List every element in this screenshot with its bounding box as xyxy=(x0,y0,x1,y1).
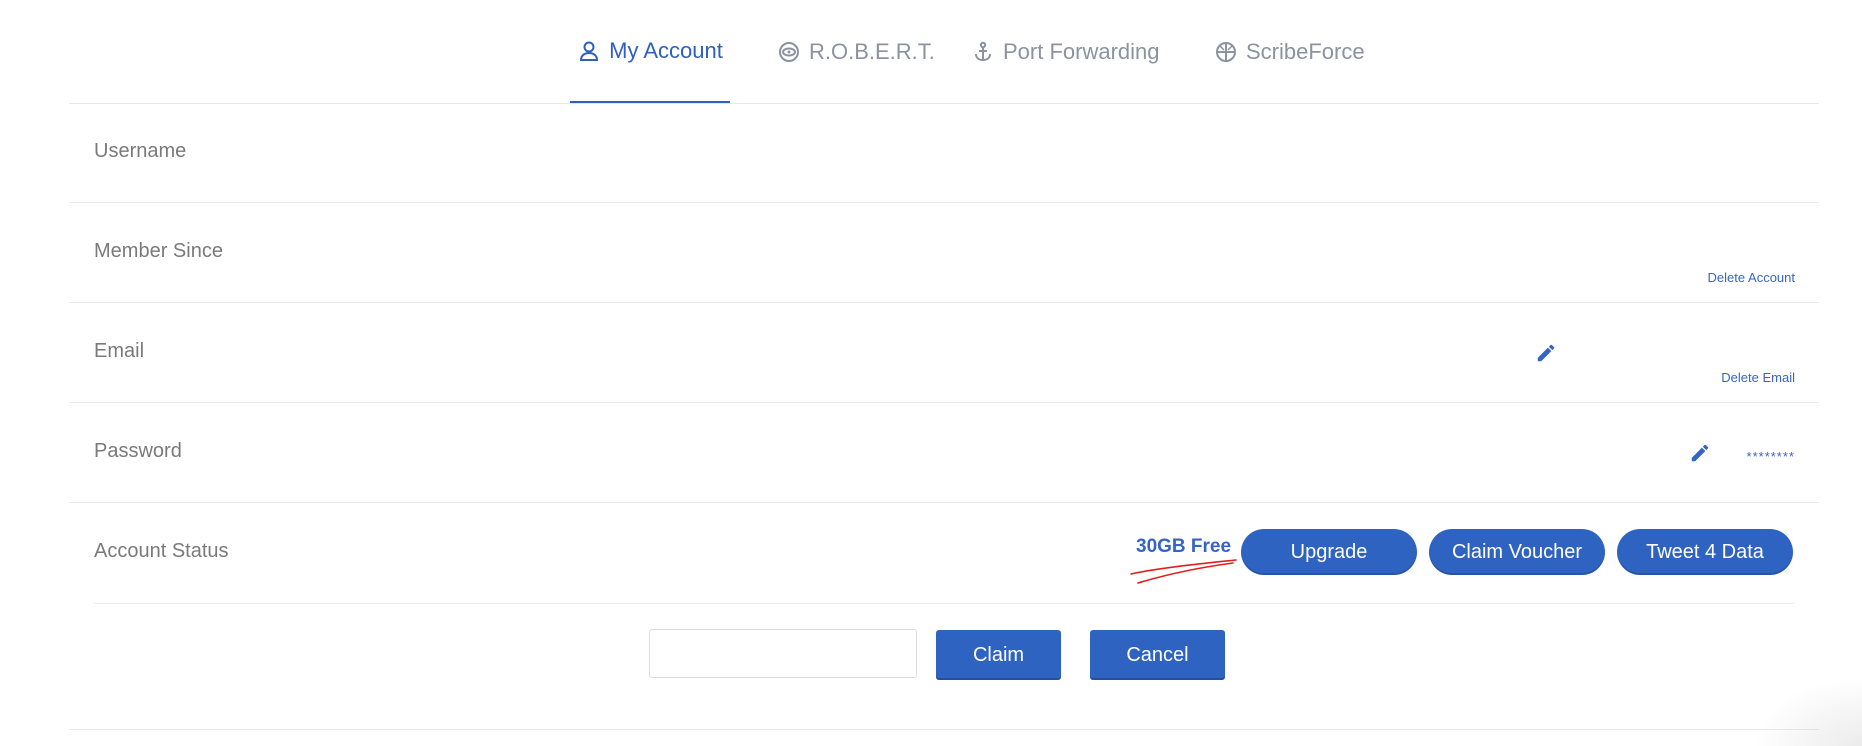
username-row: Username xyxy=(69,104,1819,203)
tab-port-forwarding[interactable]: Port Forwarding xyxy=(971,0,1160,103)
password-row: Password ******** xyxy=(69,404,1819,503)
password-masked-value: ******** xyxy=(1746,449,1795,464)
tab-scribeforce[interactable]: ScribeForce xyxy=(1214,0,1365,103)
member-since-label: Member Since xyxy=(94,240,223,262)
tab-label: R.O.B.E.R.T. xyxy=(809,38,935,64)
robot-icon xyxy=(777,40,801,64)
member-since-row: Member Since Delete Account xyxy=(69,204,1819,303)
anchor-icon xyxy=(971,40,995,64)
divider xyxy=(94,603,1794,604)
upgrade-button[interactable]: Upgrade xyxy=(1241,529,1417,575)
delete-account-link[interactable]: Delete Account xyxy=(1708,270,1795,285)
username-label: Username xyxy=(94,140,187,162)
edit-password-pencil-icon[interactable] xyxy=(1689,442,1711,464)
tab-label: Port Forwarding xyxy=(1003,38,1160,64)
password-label: Password xyxy=(94,440,182,462)
corner-shadow xyxy=(1752,676,1862,746)
divider xyxy=(69,729,1819,730)
cancel-button[interactable]: Cancel xyxy=(1090,630,1225,680)
tab-label: My Account xyxy=(609,37,723,63)
account-status-label: Account Status xyxy=(94,540,229,562)
globe-icon xyxy=(1214,40,1238,64)
annotation-underline xyxy=(1130,559,1237,584)
user-icon xyxy=(577,39,601,63)
tab-my-account[interactable]: My Account xyxy=(570,0,730,103)
plan-status-text: 30GB Free xyxy=(1136,536,1232,557)
tab-robert[interactable]: R.O.B.E.R.T. xyxy=(777,0,935,103)
edit-email-pencil-icon[interactable] xyxy=(1535,342,1557,364)
claim-button[interactable]: Claim xyxy=(936,630,1061,680)
account-tabs: My Account R.O.B.E.R.T. Port Forwarding … xyxy=(69,0,1819,104)
delete-email-link[interactable]: Delete Email xyxy=(1721,370,1795,385)
claim-voucher-button[interactable]: Claim Voucher xyxy=(1429,529,1605,575)
voucher-code-input[interactable] xyxy=(649,629,917,678)
tweet-4-data-button[interactable]: Tweet 4 Data xyxy=(1617,529,1793,575)
email-row: Email Delete Email xyxy=(69,304,1819,403)
email-label: Email xyxy=(94,340,145,362)
tab-label: ScribeForce xyxy=(1246,38,1365,64)
